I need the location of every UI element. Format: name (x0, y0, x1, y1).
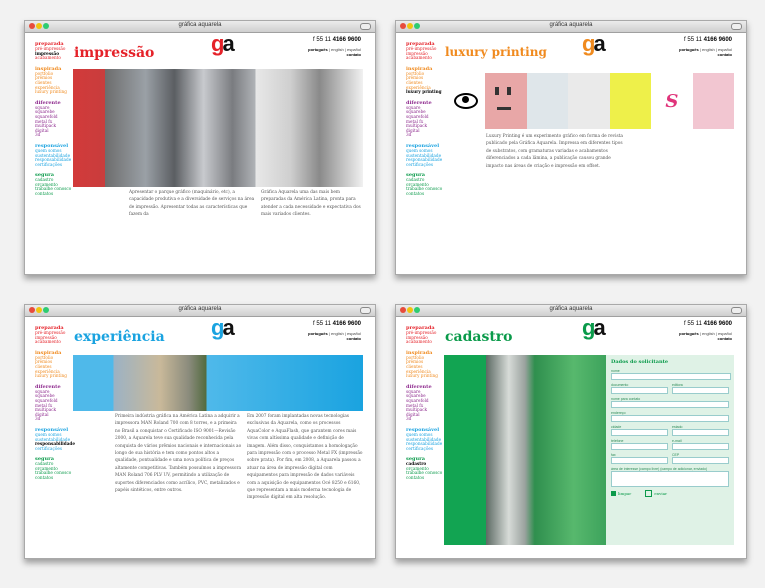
titlebar: gráfica aquarela (396, 305, 746, 317)
window-title: gráfica aquarela (178, 22, 222, 28)
lang-english[interactable]: english (702, 331, 715, 336)
body-column-1: Luxury Printing é um experimento gráfico… (486, 134, 623, 169)
clear-button[interactable]: limpar (611, 491, 631, 496)
magazine-strip: S (444, 73, 734, 129)
body-column-2: Gráfica Aquarela uma das mais bem prepar… (261, 190, 361, 218)
contact-link[interactable]: contato (308, 52, 361, 57)
hero-image-gear (444, 355, 606, 545)
body-column-1: Apresentar o parque gráfico (maquinário,… (129, 190, 255, 218)
magazine-yellow-illustration (609, 73, 652, 129)
input-fax[interactable] (611, 457, 668, 464)
checkbox-icon (645, 490, 653, 497)
nav-item[interactable]: contatos (35, 191, 79, 197)
hero-image-press-room (73, 69, 363, 187)
window-title: gráfica aquarela (549, 306, 593, 312)
language-links: português | english | español contato (679, 331, 732, 341)
nav-item[interactable]: contatos (35, 475, 79, 481)
lang-portugues[interactable]: português (308, 331, 328, 336)
language-links: português | english | español contato (308, 331, 361, 341)
input-interesse[interactable] (611, 471, 729, 487)
page-title: cadastro (445, 329, 513, 345)
page-title: impressão (74, 45, 155, 61)
input-cidade[interactable] (611, 429, 668, 436)
toolbar-toggle-icon[interactable] (360, 23, 371, 30)
titlebar: gráfica aquarela (25, 305, 375, 317)
nav-item[interactable]: 3d (406, 133, 450, 138)
nav-item[interactable]: certificações (406, 162, 450, 168)
window-impressao: gráfica aquarela preparada pré-impressão… (24, 20, 376, 275)
hero-image-building (73, 355, 363, 411)
window-title: gráfica aquarela (549, 22, 593, 28)
contact-link[interactable]: contato (308, 336, 361, 341)
magazine-pink-illustration (692, 73, 734, 129)
lang-portugues[interactable]: português (679, 47, 699, 52)
input-contato[interactable] (611, 401, 729, 408)
window-cadastro: gráfica aquarela preparada pré-impressão… (395, 304, 747, 559)
lang-english[interactable]: english (331, 47, 344, 52)
magazine-face-illustration (485, 73, 527, 129)
magazine-ink-illustration (568, 73, 610, 129)
input-endereco[interactable] (611, 415, 729, 422)
select-documento[interactable] (611, 387, 668, 394)
titlebar: gráfica aquarela (396, 21, 746, 33)
nav-item[interactable]: contatos (406, 191, 450, 197)
input-nome[interactable] (611, 373, 731, 380)
nav-item[interactable]: 3d (35, 417, 79, 422)
lang-portugues[interactable]: português (679, 331, 699, 336)
window-title: gráfica aquarela (178, 306, 222, 312)
input-estado[interactable] (672, 429, 729, 436)
window-experiencia: gráfica aquarela preparada pré-impressão… (24, 304, 376, 559)
logo[interactable]: ga (582, 317, 606, 339)
phone-number: f 55 11 4166 9600 (313, 321, 361, 327)
input-email[interactable] (672, 443, 729, 450)
nav-item[interactable]: acabamento (406, 56, 450, 61)
language-links: português | english | español contato (679, 47, 732, 57)
titlebar: gráfica aquarela (25, 21, 375, 33)
nav-item[interactable]: acabamento (406, 340, 450, 345)
page-title: experiência (74, 329, 165, 345)
nav-item[interactable]: certificações (35, 446, 79, 452)
lang-english[interactable]: english (702, 47, 715, 52)
logo[interactable]: ga (582, 33, 606, 55)
nav-item[interactable]: acabamento (35, 56, 79, 61)
toolbar-toggle-icon[interactable] (731, 307, 742, 314)
input-cep[interactable] (672, 457, 729, 464)
input-telefone[interactable] (611, 443, 668, 450)
checkbox-icon (611, 491, 616, 496)
form-title: Dados do solicitante (611, 359, 669, 365)
phone-number: f 55 11 4166 9600 (684, 37, 732, 43)
page-title: luxury printing (445, 45, 547, 59)
contact-link[interactable]: contato (679, 336, 732, 341)
magazine-sketch-illustration (526, 73, 569, 129)
language-links: português | english | español contato (308, 47, 361, 57)
nav-item[interactable]: acabamento (35, 340, 79, 345)
input-editora[interactable] (672, 387, 729, 394)
phone-number: f 55 11 4166 9600 (313, 37, 361, 43)
toolbar-toggle-icon[interactable] (360, 307, 371, 314)
toolbar-toggle-icon[interactable] (731, 23, 742, 30)
magazine-eye-illustration (444, 73, 486, 129)
phone-number: f 55 11 4166 9600 (684, 321, 732, 327)
send-button[interactable]: enviar (645, 490, 667, 497)
window-luxury-printing: gráfica aquarela preparada pré-impressão… (395, 20, 747, 275)
lang-portugues[interactable]: português (308, 47, 328, 52)
body-column-2: Em 2007 foram implantadas novas tecnolog… (247, 414, 363, 501)
body-column-1: Primeira indústria gráfica na América La… (115, 414, 242, 494)
logo[interactable]: ga (211, 33, 235, 55)
contact-link[interactable]: contato (679, 52, 732, 57)
logo[interactable]: ga (211, 317, 235, 339)
magazine-script-illustration: S (651, 73, 693, 129)
lang-english[interactable]: english (331, 331, 344, 336)
registration-form: Dados do solicitante nome documento edit… (606, 355, 734, 545)
